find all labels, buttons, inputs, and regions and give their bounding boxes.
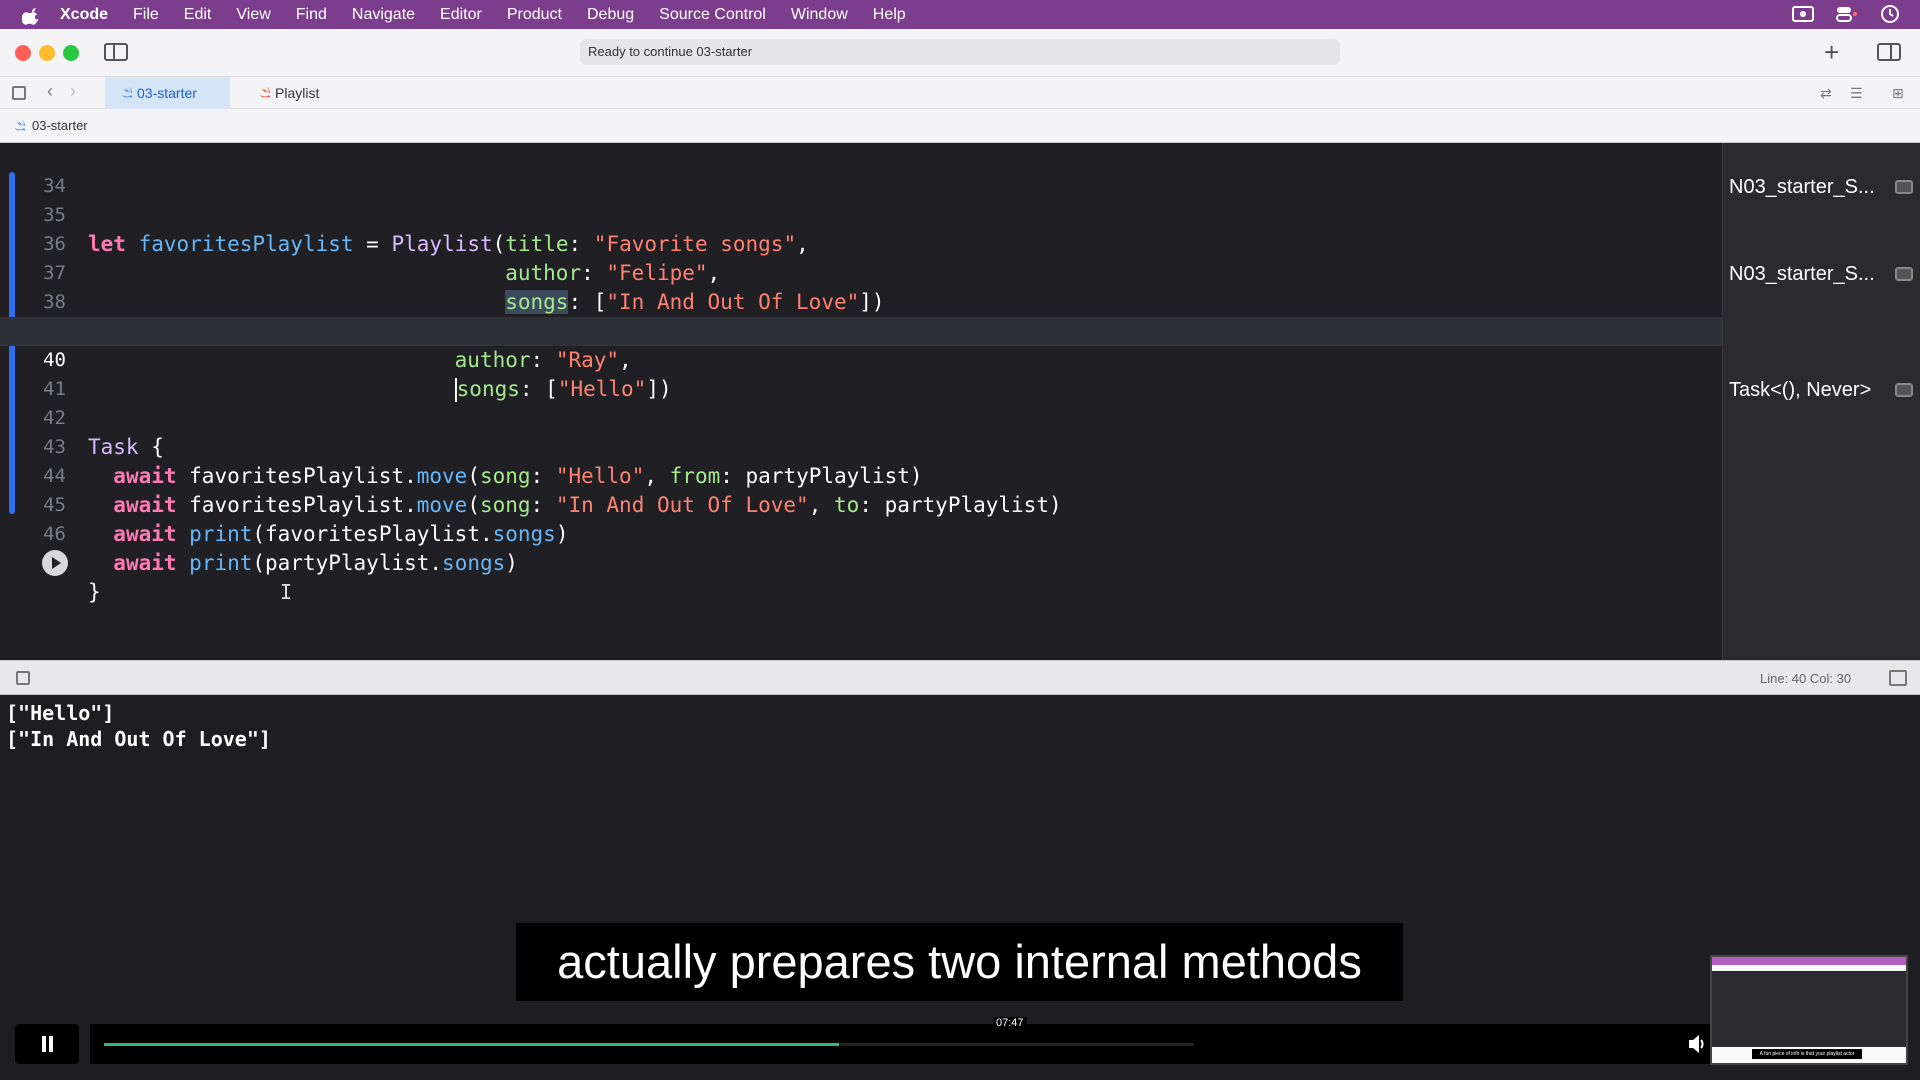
- code-line: 36 author: "Felipe",: [0, 201, 1722, 285]
- thumbnail-caption: A fun piece of info is that your playlis…: [1752, 1049, 1862, 1059]
- menu-source-control[interactable]: Source Control: [659, 6, 766, 24]
- result-item[interactable]: Task<(), Never>: [1729, 375, 1919, 405]
- code-line: 42 Task {: [0, 375, 1722, 459]
- code-text: await print(partyPlaylist.songs): [113, 551, 518, 575]
- swift-icon: [260, 87, 270, 98]
- code-line: 37 songs: ["In And Out Of Love"]): [0, 230, 1722, 314]
- console-line: ["Hello"]: [6, 701, 115, 725]
- swift-icon: [122, 87, 132, 98]
- refresh-icon[interactable]: ⇄: [1820, 85, 1836, 101]
- menu-edit[interactable]: Edit: [184, 6, 212, 24]
- code-line: 46 await print(partyPlaylist.songs): [0, 491, 1722, 575]
- zoom-window-button[interactable]: [63, 45, 79, 61]
- navigator-toggle-icon[interactable]: [104, 43, 128, 61]
- video-subtitle: actually prepares two internal methods: [516, 923, 1403, 1001]
- tab-label: 03-starter: [137, 85, 197, 101]
- result-item[interactable]: N03_starter_S...: [1729, 259, 1919, 289]
- screen-record-icon[interactable]: [1792, 4, 1814, 24]
- breadcrumb[interactable]: 03-starter: [32, 118, 88, 133]
- video-progress-bar[interactable]: [90, 1024, 1710, 1064]
- menu-debug[interactable]: Debug: [587, 6, 634, 24]
- split-editor-icon[interactable]: ⊞: [1892, 85, 1908, 101]
- activity-status: Ready to continue 03-starter: [580, 39, 1340, 65]
- quick-look-icon[interactable]: [1895, 267, 1913, 281]
- close-window-button[interactable]: [15, 45, 31, 61]
- menu-find[interactable]: Find: [296, 6, 327, 24]
- related-items-icon[interactable]: [12, 86, 26, 100]
- code-line: 43 await favoritesPlaylist.move(song: "H…: [0, 404, 1722, 488]
- code-line: 35 let favoritesPlaylist = Playlist(titl…: [0, 172, 1722, 256]
- code-line: 34: [0, 143, 1722, 197]
- code-line: 44 await favoritesPlaylist.move(song: "I…: [0, 433, 1722, 517]
- quick-look-icon[interactable]: [1895, 383, 1913, 397]
- code-line: 39 author: "Ray",: [0, 288, 1722, 372]
- code-line: 45 await print(favoritesPlaylist.songs): [0, 462, 1722, 546]
- results-sidebar: N03_starter_S... N03_starter_S... Task<(…: [1722, 143, 1920, 660]
- code-line: 41: [0, 346, 1722, 400]
- console-layout-icon[interactable]: [1889, 670, 1907, 686]
- cursor-position: Line: 40 Col: 30: [1760, 671, 1852, 686]
- result-label: N03_starter_S...: [1729, 263, 1875, 285]
- editor-options-icon[interactable]: ☰: [1850, 85, 1866, 101]
- result-label: Task<(), Never>: [1729, 379, 1872, 401]
- swift-icon: [15, 120, 25, 131]
- video-thumbnail-preview[interactable]: A fun piece of info is that your playlis…: [1710, 955, 1908, 1065]
- menu-window[interactable]: Window: [791, 6, 848, 24]
- progress-fill: [104, 1043, 839, 1046]
- tab-bar: ‹ › 03-starter Playlist ⇄ ☰ ⊞: [0, 77, 1920, 109]
- debug-bar: Line: 40 Col: 30: [0, 660, 1920, 695]
- thumbnail-menubar: [1712, 957, 1906, 965]
- menu-view[interactable]: View: [236, 6, 270, 24]
- code-text: }: [88, 580, 101, 604]
- back-chevron-icon[interactable]: ‹: [47, 81, 53, 102]
- run-playground-button[interactable]: [42, 550, 68, 576]
- quick-look-icon[interactable]: [1895, 180, 1913, 194]
- forward-chevron-icon[interactable]: ›: [70, 81, 76, 102]
- menu-navigate[interactable]: Navigate: [352, 6, 415, 24]
- tab-playlist[interactable]: Playlist: [243, 77, 353, 109]
- code-line: 38 let partyPlaylist = Playlist(title: "…: [0, 259, 1722, 343]
- thumbnail-editor: [1712, 971, 1906, 1047]
- result-label: N03_starter_S...: [1729, 176, 1875, 198]
- menu-app-name[interactable]: Xcode: [60, 6, 108, 24]
- tab-label: Playlist: [275, 85, 320, 101]
- tab-03-starter[interactable]: 03-starter: [105, 77, 230, 109]
- result-item[interactable]: N03_starter_S...: [1729, 172, 1919, 202]
- menu-help[interactable]: Help: [873, 6, 906, 24]
- menubar-status-icons: [1792, 4, 1900, 24]
- jump-bar: 03-starter: [0, 109, 1920, 143]
- menu-product[interactable]: Product: [507, 6, 562, 24]
- console-line: ["In And Out Of Love"]: [6, 727, 271, 751]
- code-line-current: 40 songs: ["Hello"]): [0, 317, 1722, 402]
- ibeam-cursor-icon: I: [280, 580, 293, 604]
- code-line: 47 }: [0, 520, 1722, 604]
- control-center-icon[interactable]: [1836, 4, 1858, 24]
- minimize-window-button[interactable]: [39, 45, 55, 61]
- apple-icon[interactable]: [22, 5, 42, 25]
- code-editor[interactable]: 34 35 let favoritesPlaylist = Playlist(t…: [0, 143, 1722, 660]
- hide-debug-area-icon[interactable]: [16, 671, 30, 685]
- add-icon[interactable]: +: [1824, 37, 1839, 67]
- menu-editor[interactable]: Editor: [440, 6, 482, 24]
- clock-icon[interactable]: [1880, 4, 1900, 24]
- pause-button[interactable]: [15, 1024, 79, 1064]
- inspector-toggle-icon[interactable]: [1877, 43, 1901, 61]
- menu-bar: Xcode File Edit View Find Navigate Edito…: [0, 0, 1920, 29]
- console-output[interactable]: ["Hello"] ["In And Out Of Love"]: [0, 695, 1920, 1080]
- window-toolbar: Ready to continue 03-starter +: [0, 29, 1920, 77]
- playback-time: 07:47: [993, 1017, 1027, 1029]
- menu-file[interactable]: File: [133, 6, 159, 24]
- volume-icon[interactable]: [1688, 1032, 1706, 1056]
